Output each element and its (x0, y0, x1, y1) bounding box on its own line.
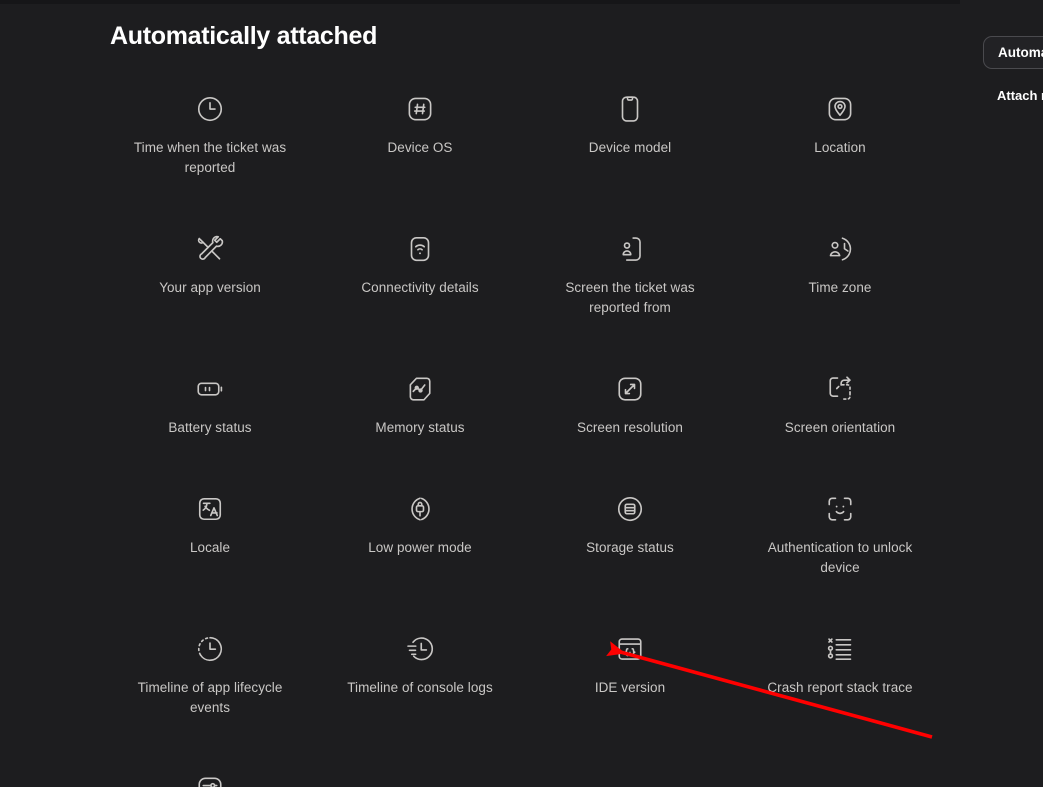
attachment-item-label: Time when the ticket was reported (133, 140, 287, 175)
attachment-item-label: Screen resolution (577, 420, 683, 435)
face-id-icon (823, 492, 857, 526)
battery-icon (193, 372, 227, 406)
attachment-item-label: Connectivity details (361, 280, 479, 295)
attachment-item-label: Time zone (808, 280, 872, 295)
sliders-square-icon (193, 772, 227, 787)
attachment-item: Granted permissions 1 (105, 772, 315, 787)
attachment-item: Low power mode (315, 492, 525, 578)
attachment-items-grid: Time when the ticket was reported Device … (105, 92, 945, 787)
attachment-item-label: Timeline of console logs (347, 680, 493, 695)
attachment-item: Device model (525, 92, 735, 178)
attachment-item: Time when the ticket was reported (105, 92, 315, 178)
attachment-item: Locale (105, 492, 315, 578)
attachment-item-label: Locale (189, 540, 231, 555)
attachment-item: Memory status (315, 372, 525, 438)
attachment-item: Storage status (525, 492, 735, 578)
storage-circle-icon (613, 492, 647, 526)
clock-icon (193, 92, 227, 126)
attachment-item-label: Your app version (159, 280, 261, 295)
attachment-item-label: Storage status (586, 540, 674, 555)
stack-trace-icon (823, 632, 857, 666)
attachment-item: Screen the ticket was reported from (525, 232, 735, 318)
attachment-item: Location (735, 92, 945, 178)
attachment-item-label: Screen orientation (784, 420, 896, 435)
tab-automatically-attached[interactable]: Automatically attached (983, 36, 1043, 69)
translate-icon (193, 492, 227, 526)
attachment-item: Your app version (105, 232, 315, 318)
memory-chart-icon (403, 372, 437, 406)
attachment-item-label: Device OS (387, 140, 453, 155)
dashed-clock-icon (193, 632, 227, 666)
attachment-item: Timeline of app lifecycle events (105, 632, 315, 718)
attachment-item-label: Low power mode (368, 540, 472, 555)
attachment-item-label: Timeline of app lifecycle events (137, 680, 283, 715)
map-pin-square-icon (823, 92, 857, 126)
attachment-item-label: Device model (588, 140, 672, 155)
tools-icon (193, 232, 227, 266)
attachment-item: Screen orientation (735, 372, 945, 438)
screen-rotate-icon (823, 372, 857, 406)
attachment-item: Device OS (315, 92, 525, 178)
attachment-item: Timeline of console logs (315, 632, 525, 718)
phone-icon (613, 92, 647, 126)
attachment-item: IDE version (525, 632, 735, 718)
attachment-item-label: Battery status (168, 420, 252, 435)
attachment-item: Battery status (105, 372, 315, 438)
attachment-item: Authentication to unlock device (735, 492, 945, 578)
attachment-item-label: Location (814, 140, 866, 155)
attachment-item-label: Screen the ticket was reported from (565, 280, 695, 315)
attachment-item-label: Authentication to unlock device (767, 540, 913, 575)
attachment-item: Time zone (735, 232, 945, 318)
user-clock-icon (823, 232, 857, 266)
attachment-item: Connectivity details (315, 232, 525, 318)
wifi-square-icon (403, 232, 437, 266)
hash-square-icon (403, 92, 437, 126)
attachment-item-label: IDE version (594, 680, 666, 695)
side-panel: Automatically attached Attach manually (960, 0, 1043, 787)
attachment-item: Crash report stack trace (735, 632, 945, 718)
attachment-item-label: Crash report stack trace (767, 680, 913, 695)
attachment-item: Screen resolution (525, 372, 735, 438)
tab-attach-manually[interactable]: Attach manually (997, 88, 1043, 103)
page-title: Automatically attached (110, 22, 378, 50)
screenshot-root: Automatically attached Time when the tic… (0, 0, 1043, 787)
attachment-item-label: Memory status (375, 420, 465, 435)
automatically-attached-section: Automatically attached Time when the tic… (0, 0, 960, 787)
clock-speed-icon (403, 632, 437, 666)
code-window-icon (613, 632, 647, 666)
user-screen-icon (613, 232, 647, 266)
expand-square-icon (613, 372, 647, 406)
low-power-icon (403, 492, 437, 526)
